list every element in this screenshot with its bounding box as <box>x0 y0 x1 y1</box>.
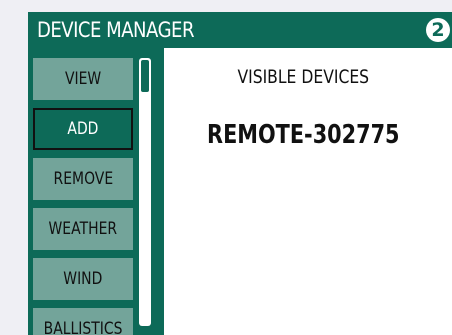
menu-item-wind[interactable]: WIND <box>33 258 133 300</box>
menu-item-ballistics[interactable]: BALLISTICS <box>33 308 133 335</box>
menu-item-add[interactable]: ADD <box>33 108 133 150</box>
menu-item-label: WIND <box>63 269 103 289</box>
panel-heading: VISIBLE DEVICES <box>164 66 442 88</box>
menu-item-label: WEATHER <box>48 219 118 239</box>
menu-item-label: VIEW <box>64 69 102 89</box>
menu-item-label: REMOVE <box>53 169 113 189</box>
menu-item-label: BALLISTICS <box>43 319 123 335</box>
panel-heading-label: VISIBLE DEVICES <box>237 66 369 88</box>
count-badge[interactable]: 2 <box>426 18 450 42</box>
sidebar-scrollbar[interactable] <box>139 58 151 326</box>
device-manager-window: DEVICE MANAGER 2 VIEW ADD REMOVE WEATHER… <box>28 12 452 335</box>
header-bar: DEVICE MANAGER 2 <box>28 12 452 48</box>
devices-panel: VISIBLE DEVICES REMOTE-302775 <box>164 48 452 335</box>
menu-item-label: ADD <box>67 119 99 139</box>
device-list-item[interactable]: REMOTE-302775 <box>164 120 442 150</box>
scrollbar-thumb[interactable] <box>141 60 149 92</box>
menu-item-view[interactable]: VIEW <box>33 58 133 100</box>
sidebar-menu: VIEW ADD REMOVE WEATHER WIND BALLISTICS <box>28 48 164 335</box>
menu-item-remove[interactable]: REMOVE <box>33 158 133 200</box>
device-name-label: REMOTE-302775 <box>206 120 400 150</box>
page-title: DEVICE MANAGER <box>37 18 194 42</box>
menu-item-weather[interactable]: WEATHER <box>33 208 133 250</box>
